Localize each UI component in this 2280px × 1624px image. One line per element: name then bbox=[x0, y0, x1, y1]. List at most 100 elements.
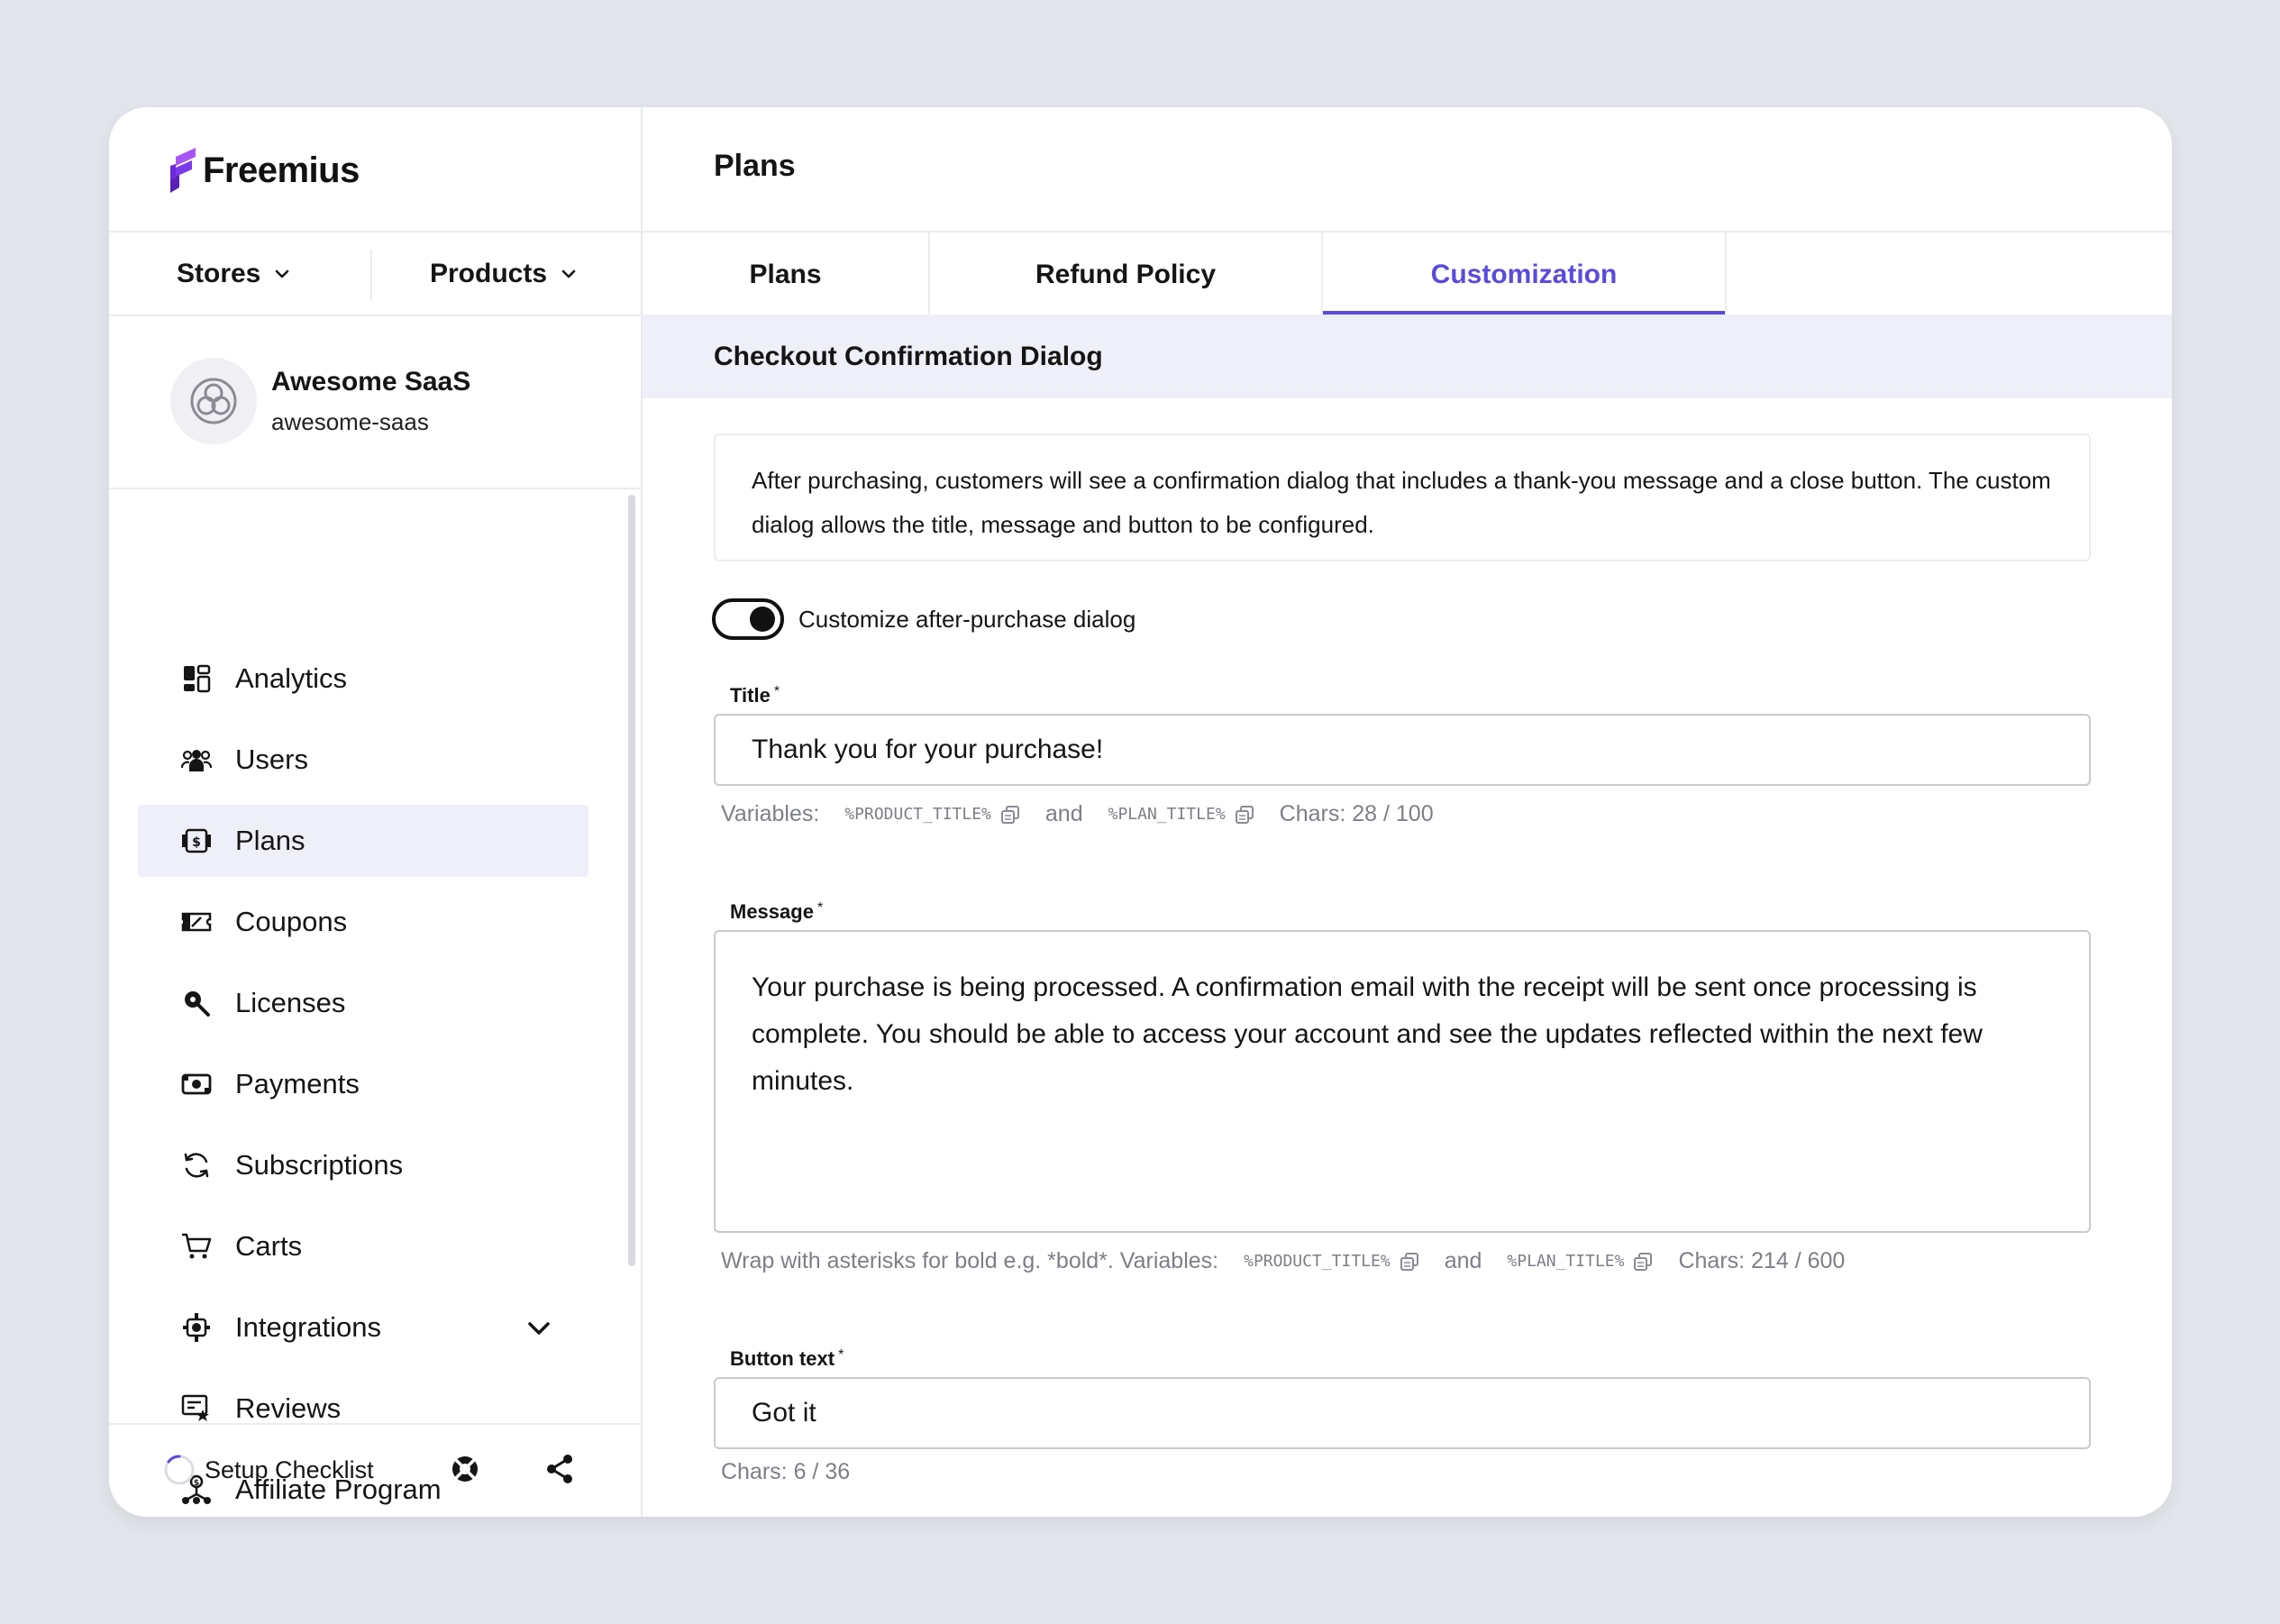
message-field-label: Message * bbox=[730, 900, 823, 924]
message-textarea[interactable]: Your purchase is being processed. A conf… bbox=[714, 930, 2091, 1233]
button-text-hint: Chars: 6 / 36 bbox=[721, 1459, 850, 1485]
copy-icon[interactable] bbox=[1400, 1252, 1419, 1272]
sidebar-item-integrations[interactable]: Integrations bbox=[138, 1291, 588, 1364]
sidebar-item-label: Coupons bbox=[235, 906, 348, 937]
integrations-icon bbox=[181, 1312, 212, 1343]
tab-plans[interactable]: Plans bbox=[643, 233, 930, 316]
sidebar-scrollbar[interactable] bbox=[628, 495, 635, 1266]
plan-title-variable[interactable]: %PLAN_TITLE% bbox=[1108, 805, 1254, 825]
store-logo-icon bbox=[190, 378, 237, 424]
required-mark: * bbox=[838, 1347, 844, 1363]
divider bbox=[109, 488, 643, 489]
button-text-char-count: Chars: 6 / 36 bbox=[721, 1459, 851, 1484]
and-text: and bbox=[1444, 1248, 1482, 1273]
sidebar-item-label: Payments bbox=[235, 1068, 360, 1099]
brand-name: Freemius bbox=[203, 150, 360, 190]
toggle-knob bbox=[750, 607, 775, 632]
plan-title-variable[interactable]: %PLAN_TITLE% bbox=[1507, 1252, 1653, 1272]
button-text-field-label: Button text * bbox=[730, 1347, 844, 1371]
tab-refund-policy[interactable]: Refund Policy bbox=[930, 233, 1323, 316]
page-title: Plans bbox=[714, 149, 796, 183]
copy-icon[interactable] bbox=[1235, 805, 1254, 825]
variable-text: %PRODUCT_TITLE% bbox=[1244, 1252, 1391, 1271]
sidebar-item-label: Plans bbox=[235, 825, 306, 856]
users-icon bbox=[181, 744, 212, 775]
product-title-variable[interactable]: %PRODUCT_TITLE% bbox=[1244, 1252, 1419, 1272]
sidebar-item-label: Subscriptions bbox=[235, 1149, 404, 1181]
plans-icon: $ bbox=[181, 826, 212, 856]
product-title-variable[interactable]: %PRODUCT_TITLE% bbox=[844, 805, 1020, 825]
message-hint: Wrap with asterisks for bold e.g. *bold*… bbox=[721, 1248, 1845, 1274]
reviews-icon bbox=[181, 1393, 212, 1424]
sidebar-item-label: Integrations bbox=[235, 1311, 381, 1343]
hint-prefix: Variables: bbox=[721, 801, 820, 826]
variable-text: %PLAN_TITLE% bbox=[1108, 805, 1226, 824]
chevron-down-icon[interactable] bbox=[525, 1315, 552, 1342]
licenses-icon bbox=[181, 988, 212, 1018]
sidebar-item-payments[interactable]: Payments bbox=[138, 1048, 588, 1120]
button-text-input[interactable]: Got it bbox=[714, 1377, 2091, 1449]
lifebuoy-icon bbox=[452, 1456, 478, 1482]
coupons-icon bbox=[181, 907, 212, 937]
sidebar-item-label: Analytics bbox=[235, 662, 348, 694]
sidebar-item-coupons[interactable]: Coupons bbox=[138, 886, 588, 958]
products-label: Products bbox=[430, 259, 548, 288]
progress-ring-icon bbox=[164, 1455, 195, 1485]
svg-text:$: $ bbox=[192, 835, 201, 850]
variable-text: %PRODUCT_TITLE% bbox=[844, 805, 991, 824]
share-button[interactable] bbox=[544, 1454, 575, 1489]
store-name: Awesome SaaS bbox=[271, 366, 471, 397]
copy-icon[interactable] bbox=[1633, 1252, 1653, 1272]
toggle-label: Customize after-purchase dialog bbox=[798, 605, 1136, 633]
sidebar-nav: Analytics Users $ Plans Coupons Licenses… bbox=[138, 643, 588, 1517]
sidebar-item-carts[interactable]: Carts bbox=[138, 1210, 588, 1282]
title-input[interactable]: Thank you for your purchase! bbox=[714, 714, 2091, 786]
help-button[interactable] bbox=[450, 1454, 480, 1489]
main-content: Plans Plans Refund Policy Customization … bbox=[643, 107, 2172, 1517]
sidebar-item-plans[interactable]: $ Plans bbox=[138, 805, 588, 877]
store-product-selectors: Stores Products bbox=[109, 233, 643, 315]
subscriptions-icon bbox=[181, 1150, 212, 1181]
hint-prefix: Wrap with asterisks for bold e.g. *bold*… bbox=[721, 1248, 1219, 1273]
tab-customization[interactable]: Customization bbox=[1323, 233, 1727, 316]
and-text: and bbox=[1044, 801, 1083, 826]
store-avatar bbox=[170, 358, 257, 444]
chevron-down-icon bbox=[276, 269, 289, 278]
setup-checklist-button[interactable]: Setup Checklist bbox=[163, 1454, 374, 1486]
chevron-down-icon bbox=[561, 269, 576, 278]
sidebar-item-users[interactable]: Users bbox=[138, 724, 588, 796]
copy-icon[interactable] bbox=[1000, 805, 1020, 825]
stores-dropdown[interactable]: Stores bbox=[177, 259, 291, 289]
title-char-count: Chars: 28 / 100 bbox=[1279, 801, 1434, 826]
selector-separator bbox=[370, 250, 372, 300]
share-icon bbox=[547, 1455, 572, 1483]
app-window: Freemius Stores Products Awesome SaaS aw… bbox=[109, 107, 2172, 1517]
tab-bar: Plans Refund Policy Customization bbox=[643, 231, 2172, 316]
sidebar: Freemius Stores Products Awesome SaaS aw… bbox=[109, 107, 643, 1517]
sidebar-item-subscriptions[interactable]: Subscriptions bbox=[138, 1129, 588, 1201]
title-hint: Variables: %PRODUCT_TITLE% and %PLAN_TIT… bbox=[721, 801, 1434, 827]
sidebar-item-licenses[interactable]: Licenses bbox=[138, 967, 588, 1039]
store-slug: awesome-saas bbox=[271, 407, 429, 435]
sidebar-item-label: Carts bbox=[235, 1230, 303, 1262]
customize-dialog-toggle[interactable] bbox=[712, 598, 784, 640]
setup-checklist-label: Setup Checklist bbox=[205, 1455, 374, 1483]
message-char-count: Chars: 214 / 600 bbox=[1678, 1248, 1846, 1273]
cart-icon bbox=[181, 1231, 212, 1262]
sidebar-item-label: Users bbox=[235, 744, 308, 775]
sidebar-footer: Setup Checklist bbox=[109, 1423, 643, 1517]
stores-label: Stores bbox=[177, 259, 261, 288]
divider bbox=[109, 231, 643, 233]
logo[interactable]: Freemius bbox=[170, 143, 360, 197]
current-store[interactable]: Awesome SaaS awesome-saas bbox=[170, 358, 470, 444]
sidebar-item-analytics[interactable]: Analytics bbox=[138, 643, 588, 715]
customize-dialog-toggle-row: Customize after-purchase dialog bbox=[712, 598, 1135, 640]
required-mark: * bbox=[773, 684, 780, 699]
payments-icon bbox=[181, 1069, 212, 1099]
title-field-label: Title * bbox=[730, 684, 780, 707]
analytics-icon bbox=[181, 663, 212, 694]
sidebar-item-label: Reviews bbox=[235, 1392, 342, 1424]
products-dropdown[interactable]: Products bbox=[430, 259, 578, 289]
section-title: Checkout Confirmation Dialog bbox=[643, 315, 2172, 398]
variable-text: %PLAN_TITLE% bbox=[1507, 1252, 1625, 1271]
